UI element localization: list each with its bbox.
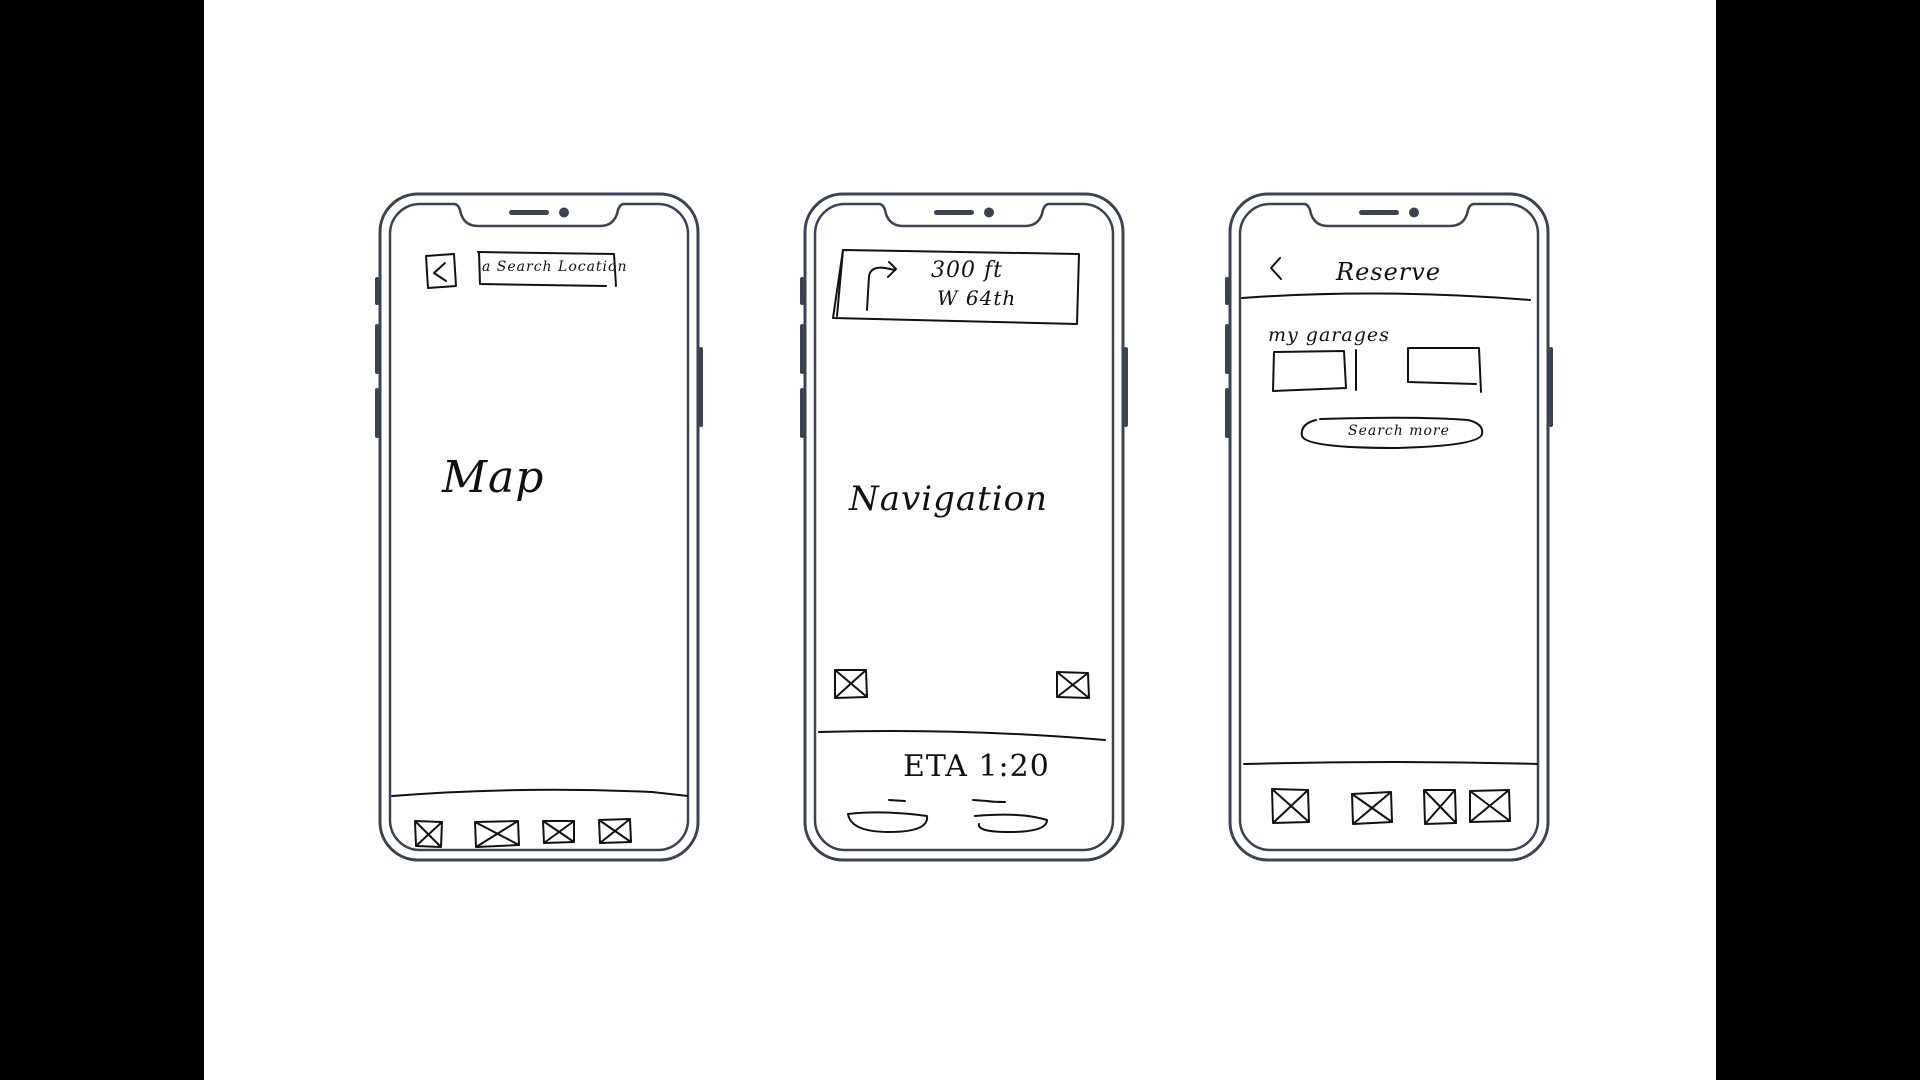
search-input-label: a Search Location <box>482 259 628 275</box>
turn-distance: 300 ft <box>931 258 1003 283</box>
placeholder-icon[interactable] <box>1466 786 1514 826</box>
phone-navigation-screen: 300 ft W 64th Navigation ETA 1:20 <box>800 192 1128 862</box>
search-more-label: Search more <box>1348 423 1450 439</box>
turn-right-arrow-icon <box>866 261 897 311</box>
placeholder-icon[interactable] <box>1268 786 1314 826</box>
placeholder-icon[interactable] <box>412 818 446 850</box>
placeholder-icon[interactable] <box>472 818 522 850</box>
screen-area: a Search Location Map <box>390 204 688 850</box>
search-more-button[interactable]: Search more <box>1296 414 1486 450</box>
garage-card-sketch <box>1407 347 1482 393</box>
page-title: Reserve <box>1336 258 1442 286</box>
map-sketch-lines <box>391 251 688 797</box>
right-action-button[interactable] <box>963 796 1055 836</box>
screen-area: 300 ft W 64th Navigation ETA 1:20 <box>815 204 1113 850</box>
phone-reserve-screen: Reserve my garages Search more <box>1225 192 1553 862</box>
garage-card-sketch <box>1272 349 1357 392</box>
placeholder-icon[interactable] <box>1348 788 1396 828</box>
navigation-area-label: Navigation <box>849 479 1049 519</box>
section-label-my-garages: my garages <box>1268 324 1390 346</box>
back-button[interactable] <box>1266 254 1286 284</box>
left-action-button[interactable] <box>843 796 935 836</box>
action-oval-sketch <box>972 799 1048 833</box>
placeholder-icon[interactable] <box>1420 786 1460 828</box>
placeholder-icon[interactable] <box>540 818 578 846</box>
garage-card[interactable] <box>1404 344 1484 396</box>
placeholder-icon[interactable] <box>1053 668 1093 702</box>
reserve-sketch-lines <box>1241 292 1538 765</box>
chevron-left-icon <box>433 262 447 282</box>
garage-card[interactable] <box>1270 348 1360 396</box>
search-input[interactable]: a Search Location <box>480 256 626 282</box>
chevron-left-icon <box>1270 257 1282 280</box>
placeholder-icon[interactable] <box>831 666 871 702</box>
turn-instruction-banner: 300 ft W 64th <box>837 252 1077 320</box>
turn-street: W 64th <box>937 286 1017 310</box>
map-area-label: Map <box>442 452 545 503</box>
phone-map-screen: a Search Location Map <box>375 192 703 862</box>
back-button[interactable] <box>426 256 456 288</box>
action-oval-sketch <box>847 799 929 833</box>
placeholder-icon[interactable] <box>596 816 634 846</box>
wireframe-canvas: a Search Location Map 300 ft W 64th Navi… <box>204 0 1716 1080</box>
screen-area: Reserve my garages Search more <box>1240 204 1538 850</box>
eta-label: ETA 1:20 <box>903 749 1050 784</box>
